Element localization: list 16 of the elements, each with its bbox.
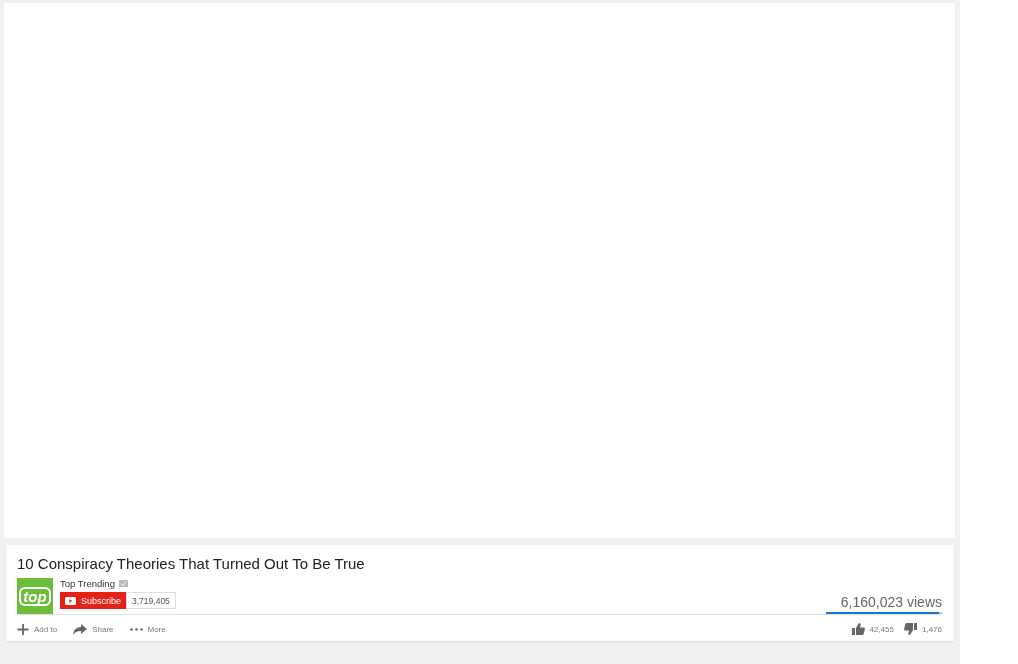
share-arrow-icon xyxy=(73,623,88,635)
thumbs-up-icon xyxy=(851,623,865,635)
play-icon xyxy=(65,596,76,605)
more-button[interactable]: More xyxy=(129,623,166,635)
add-button[interactable]: Add to xyxy=(17,623,58,635)
like-button[interactable]: 42,455 xyxy=(851,623,894,635)
view-count: 6,160,023 views xyxy=(840,594,942,610)
subscribe-button[interactable]: Subscribe xyxy=(60,592,127,609)
video-title: 10 Conspiracy Theories That Turned Out To Be True xyxy=(17,555,366,572)
plus-icon xyxy=(17,623,29,635)
share-button[interactable]: Share xyxy=(73,623,114,635)
channel-name[interactable]: Top Trending xyxy=(60,578,115,589)
thumbs-down-icon xyxy=(903,623,917,635)
dislike-button[interactable]: 1,476 xyxy=(903,623,942,635)
subscriber-count: 3,719,405 xyxy=(126,592,176,609)
logo-text: top xyxy=(19,586,51,606)
